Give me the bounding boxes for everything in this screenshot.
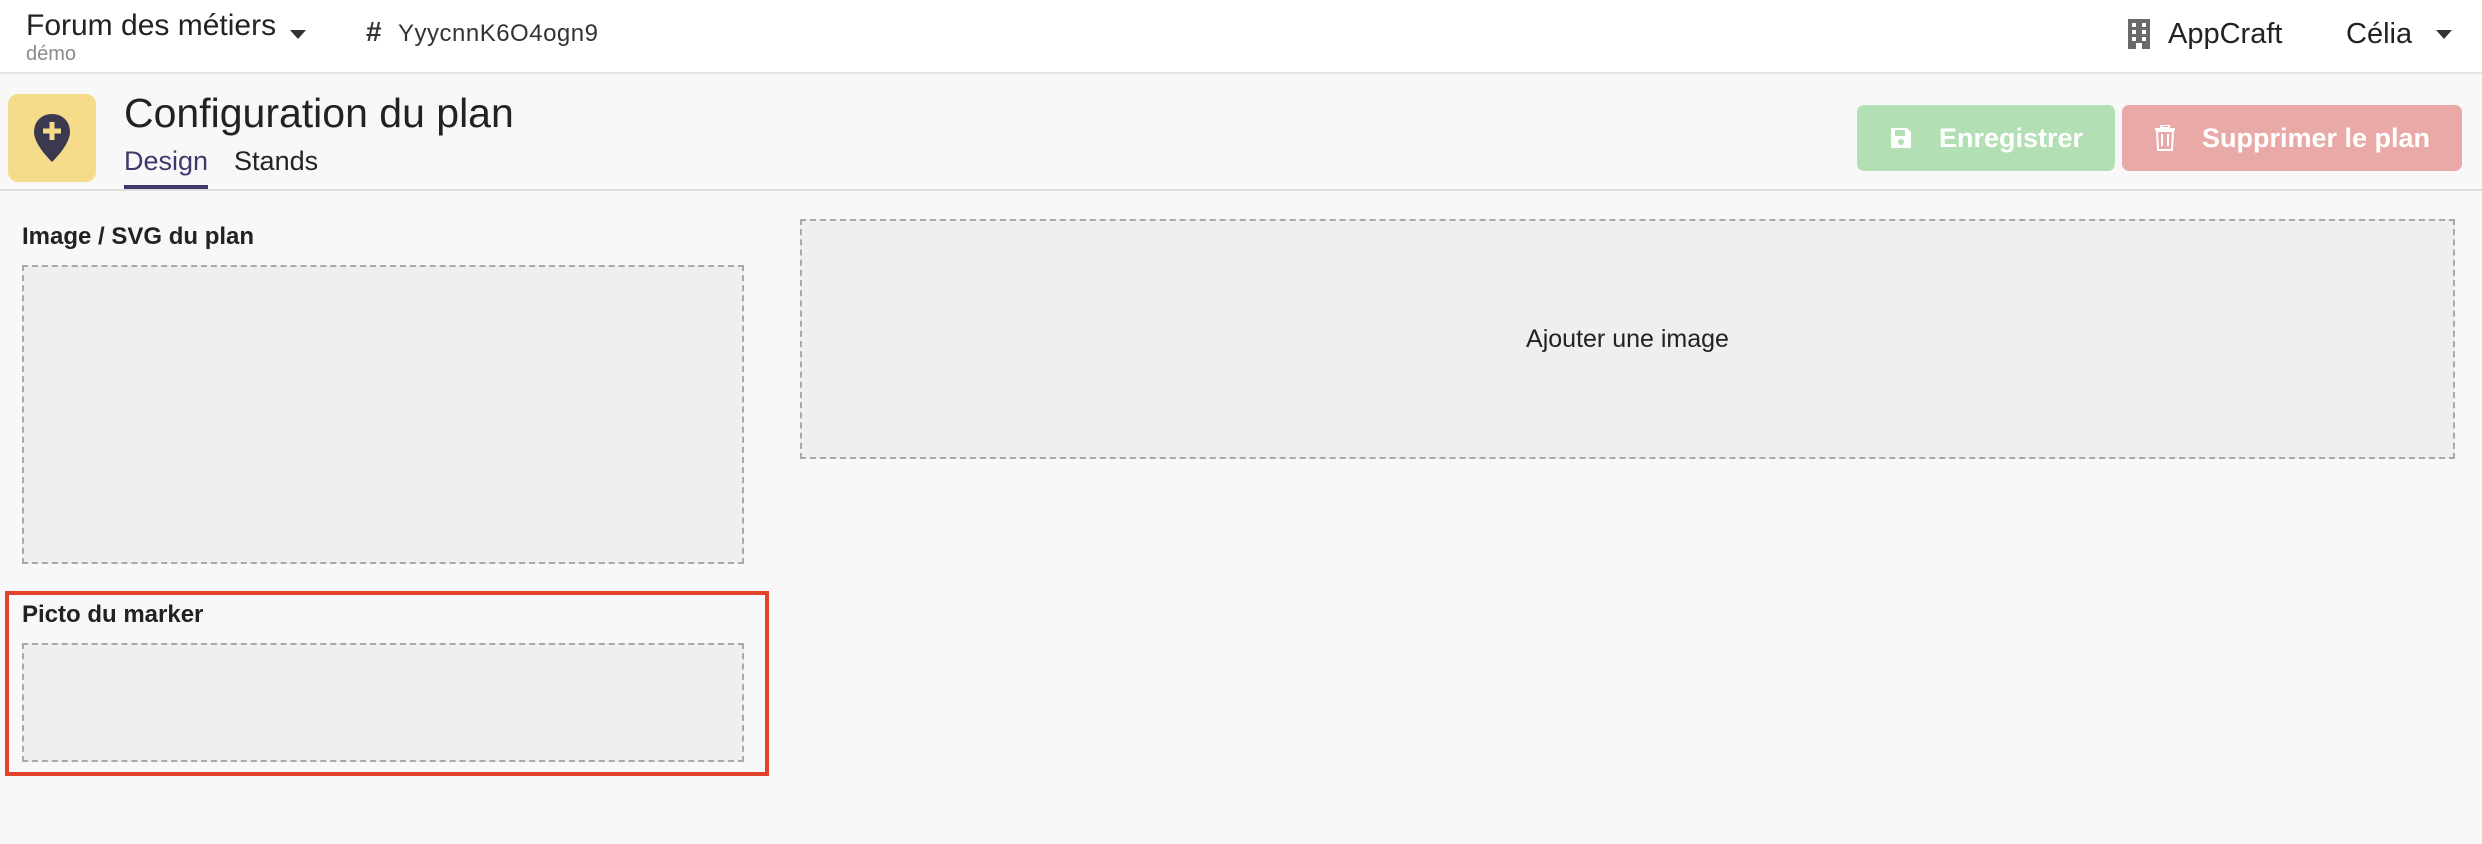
marker-label: Picto du marker xyxy=(22,601,204,628)
add-image-text: Ajouter une image xyxy=(1526,324,1729,353)
app-subtitle: démo xyxy=(26,43,77,65)
user-menu[interactable]: Célia xyxy=(2346,14,2453,54)
app-name: Forum des métiers xyxy=(26,9,277,42)
page-icon xyxy=(8,94,96,182)
chevron-down-icon xyxy=(2436,29,2453,39)
map-marker-plus-icon xyxy=(34,114,70,162)
marker-dropzone[interactable] xyxy=(22,643,744,762)
save-button[interactable]: Enregistrer xyxy=(1857,105,2115,171)
tab-bar: Design Stands xyxy=(124,146,344,189)
app-switcher[interactable]: Forum des métiers démo xyxy=(26,9,276,64)
top-bar: Forum des métiers démo # YyycnnK6O4ogn9 … xyxy=(0,0,2482,74)
save-label: Enregistrer xyxy=(1938,122,2084,153)
floppy-disk-icon xyxy=(1890,128,1911,148)
header-divider xyxy=(0,189,2482,191)
organization-menu[interactable]: AppCraft xyxy=(2126,14,2282,54)
delete-plan-button[interactable]: Supprimer le plan xyxy=(2122,105,2462,171)
plan-image-dropzone[interactable] xyxy=(22,265,744,564)
delete-label: Supprimer le plan xyxy=(2201,122,2431,153)
trash-icon xyxy=(2154,125,2175,151)
tab-design[interactable]: Design xyxy=(124,146,209,189)
app-id: YyycnnK6O4ogn9 xyxy=(398,20,599,47)
user-name: Célia xyxy=(2346,17,2413,50)
tab-stands[interactable]: Stands xyxy=(234,146,318,189)
plan-image-label: Image / SVG du plan xyxy=(22,223,255,250)
organization-name: AppCraft xyxy=(2168,17,2283,50)
building-icon xyxy=(2128,19,2150,49)
chevron-down-icon[interactable] xyxy=(290,30,306,39)
page-title: Configuration du plan xyxy=(124,90,514,136)
add-image-dropzone[interactable]: Ajouter une image xyxy=(800,219,2455,459)
hash-icon: # xyxy=(366,16,382,47)
